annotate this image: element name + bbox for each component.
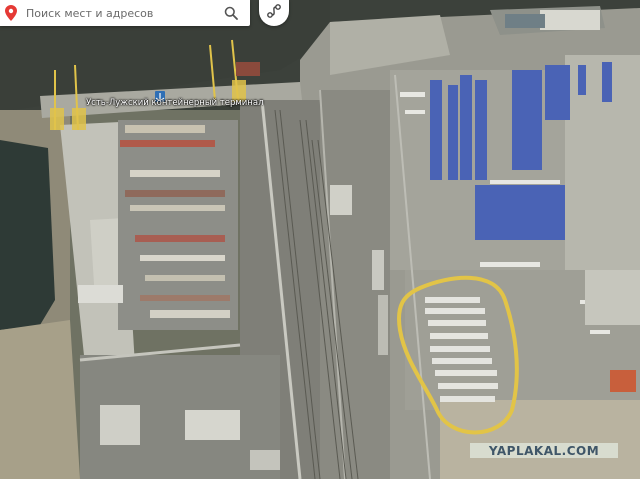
search-input[interactable]	[22, 2, 216, 24]
watermark: YAPLAKAL.COM	[470, 443, 618, 458]
satellite-map[interactable]	[0, 0, 640, 479]
terminal-label[interactable]: Усть-Лужский контейнерный терминал	[86, 98, 264, 108]
route-icon	[266, 3, 282, 23]
search-box	[0, 0, 250, 26]
map-pin-icon	[0, 0, 22, 26]
lagoon-water	[0, 140, 55, 330]
search-icon[interactable]	[216, 0, 246, 26]
